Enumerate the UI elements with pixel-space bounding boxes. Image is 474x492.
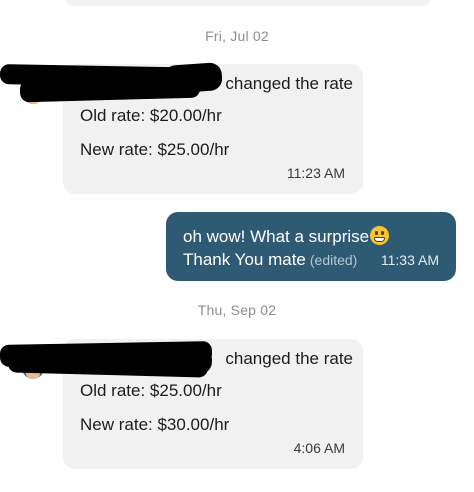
message-text-line2: Thank You mate (edited) (183, 250, 357, 270)
date-separator: Fri, Jul 02 (205, 28, 269, 44)
message-timestamp: 4:06 AM (293, 440, 345, 456)
edited-label: (edited) (309, 252, 358, 268)
redaction-mark (149, 345, 213, 375)
message-text-line1: oh wow! What a surprise (183, 226, 390, 247)
message-text: oh wow! What a surprise (183, 227, 370, 246)
chat-screen: Fri, Jul 02 changed the rate Old rate: $… (0, 0, 474, 492)
new-rate-text: New rate: $30.00/hr (80, 415, 230, 434)
message-timestamp: 11:33 AM (380, 252, 439, 268)
outgoing-message-bubble[interactable]: oh wow! What a surprise Thank You mate (e… (166, 212, 456, 281)
grinning-face-icon (370, 226, 390, 245)
old-rate-text: Old rate: $20.00/hr (80, 106, 222, 125)
new-rate-text: New rate: $25.00/hr (80, 140, 230, 159)
message-timestamp: 11:23 AM (286, 165, 345, 181)
date-separator: Thu, Sep 02 (197, 302, 277, 318)
redaction-mark (163, 62, 223, 94)
message-text: Thank You mate (183, 250, 306, 269)
old-rate-text: Old rate: $25.00/hr (80, 381, 222, 400)
previous-message-bubble[interactable] (64, 0, 432, 6)
